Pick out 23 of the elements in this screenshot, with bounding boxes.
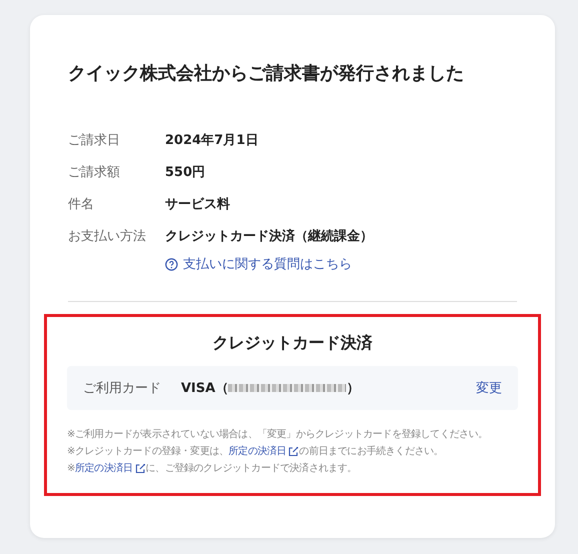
detail-value: クレジットカード決済（継続課金） xyxy=(165,228,374,245)
external-link-icon xyxy=(134,463,146,474)
change-link[interactable]: 変更 xyxy=(476,379,502,397)
note-text: ※ご利用カードが表示されていない場合は、「変更」からクレジットカードを登録してください。 xyxy=(67,428,489,442)
card-brand: VISA（ xyxy=(181,380,228,397)
section-heading: クレジットカード決済 xyxy=(212,333,374,354)
note-text: ※所定の決済日 に、ご登録のクレジットカードで決済されます。 xyxy=(67,460,518,477)
help-icon xyxy=(165,258,178,270)
card-bracket: ） xyxy=(346,380,360,397)
page-title: クイック株式会社からご請求書が発行されました xyxy=(68,62,465,85)
detail-label: ご請求日 xyxy=(68,132,121,149)
detail-value: 2024年7月1日 xyxy=(165,132,260,149)
detail-value: サービス料 xyxy=(165,196,231,213)
date-link[interactable]: 所定の決済日 xyxy=(228,443,300,460)
external-link-icon xyxy=(288,446,300,457)
detail-label: お支払い方法 xyxy=(68,228,147,245)
date-link[interactable]: 所定の決済日 xyxy=(74,460,146,477)
detail-label: 件名 xyxy=(68,196,95,213)
detail-label: ご請求額 xyxy=(68,164,121,181)
detail-value: 550円 xyxy=(165,164,206,181)
card-label: ご利用カード xyxy=(83,380,161,397)
help-link[interactable]: 支払いに関する質問はこちら xyxy=(165,255,541,273)
note-text: ※クレジットカードの登録・変更は、所定の決済日 の前日までにお手続きください。 xyxy=(67,443,518,460)
